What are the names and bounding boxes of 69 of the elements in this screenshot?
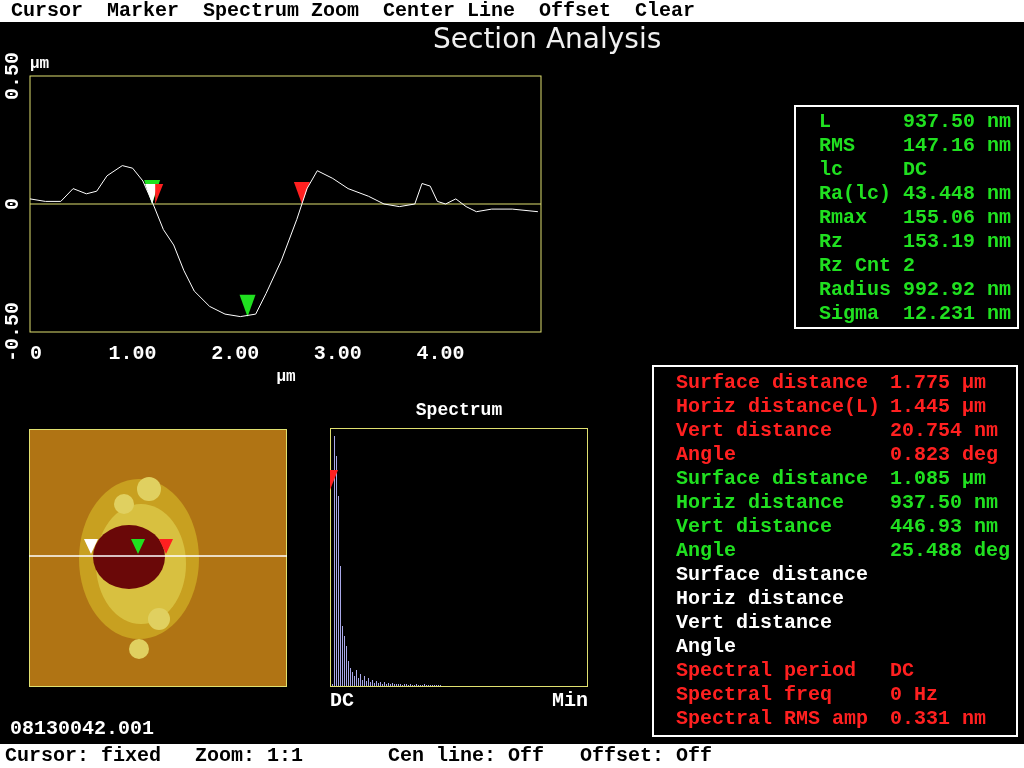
- measurement-label: Horiz distance(L): [676, 395, 882, 419]
- x-tick-label: 0: [30, 342, 42, 365]
- stat-label: lc: [819, 158, 844, 182]
- measurement-label: Angle: [676, 539, 737, 563]
- y-tick-label: 0: [1, 198, 24, 210]
- menu-item[interactable]: Marker: [107, 0, 180, 22]
- x-tick-label: 3.00: [313, 342, 362, 365]
- y-axis-unit: µm: [30, 55, 50, 73]
- status-text: Zoom: 1:1: [195, 744, 304, 768]
- file-name: 08130042.001: [10, 718, 155, 740]
- measurement-label: Angle: [676, 635, 737, 659]
- measurement-value: 0.331 nm: [890, 707, 987, 731]
- status-text: Cursor: fixed: [5, 744, 162, 768]
- measurement-value: 25.488 deg: [890, 539, 1012, 563]
- spectrum-title: Spectrum: [415, 400, 503, 420]
- x-tick-label: 4.00: [416, 342, 465, 365]
- status-text: Offset: Off: [580, 744, 713, 768]
- stat-value: 43.448 nm: [903, 182, 1013, 206]
- measurement-value: 446.93 nm: [890, 515, 1000, 539]
- stat-label: Ra(lc): [819, 182, 892, 206]
- stat-value: 992.92 nm: [903, 278, 1013, 302]
- measurement-label: Surface distance: [676, 371, 870, 395]
- stat-label: Rz: [819, 230, 844, 254]
- measurement-label: Vert distance: [676, 515, 834, 539]
- measurement-label: Surface distance: [676, 467, 870, 491]
- measurement-label: Horiz distance: [676, 587, 846, 611]
- spectrum-axis-label: DC: [330, 690, 354, 712]
- stat-value: 937.50 nm: [903, 110, 1013, 134]
- measurement-value: 0.823 deg: [890, 443, 1000, 467]
- screen-title: Section Analysis: [433, 22, 662, 57]
- measurement-value: 1.445 µm: [890, 395, 987, 419]
- measurement-label: Vert distance: [676, 611, 834, 635]
- menu-item[interactable]: Spectrum Zoom: [203, 0, 360, 22]
- measurement-label: Spectral freq: [676, 683, 834, 707]
- measurement-value: DC: [890, 659, 915, 683]
- stat-label: Sigma: [819, 302, 880, 326]
- stat-label: L: [819, 110, 832, 134]
- measurement-value: 937.50 nm: [890, 491, 1000, 515]
- stat-label: RMS: [819, 134, 856, 158]
- measurement-label: Spectral RMS amp: [676, 707, 870, 731]
- y-tick-label: -0.50: [1, 302, 24, 362]
- stat-label: Rmax: [819, 206, 868, 230]
- stat-value: DC: [903, 158, 928, 182]
- stat-value: 147.16 nm: [903, 134, 1013, 158]
- menu-item[interactable]: Center Line: [383, 0, 516, 22]
- x-tick-label: 1.00: [108, 342, 157, 365]
- menu-item[interactable]: Offset: [539, 0, 612, 22]
- measurement-label: Horiz distance: [676, 491, 846, 515]
- stat-value: 2: [903, 254, 916, 278]
- measurement-label: Surface distance: [676, 563, 870, 587]
- measurement-label: Angle: [676, 443, 737, 467]
- measurement-value: 1.775 µm: [890, 371, 987, 395]
- measurement-value: 1.085 µm: [890, 467, 987, 491]
- menu-item[interactable]: Clear: [635, 0, 696, 22]
- measurement-value: 0 Hz: [890, 683, 939, 707]
- y-tick-label: 0.50: [1, 52, 24, 100]
- x-axis-unit: µm: [276, 368, 296, 386]
- stat-value: 12.231 nm: [903, 302, 1013, 326]
- measurement-value: 20.754 nm: [890, 419, 1000, 443]
- spectrum-axis-label: Min: [552, 690, 588, 712]
- stat-label: Radius: [819, 278, 892, 302]
- stat-value: 153.19 nm: [903, 230, 1013, 254]
- x-tick-label: 2.00: [211, 342, 260, 365]
- status-text: Cen line: Off: [388, 744, 545, 768]
- menu-item[interactable]: Cursor: [11, 0, 83, 22]
- measurement-label: Vert distance: [676, 419, 834, 443]
- measurement-label: Spectral period: [676, 659, 858, 683]
- stat-value: 155.06 nm: [903, 206, 1013, 230]
- stat-label: Rz Cnt: [819, 254, 892, 278]
